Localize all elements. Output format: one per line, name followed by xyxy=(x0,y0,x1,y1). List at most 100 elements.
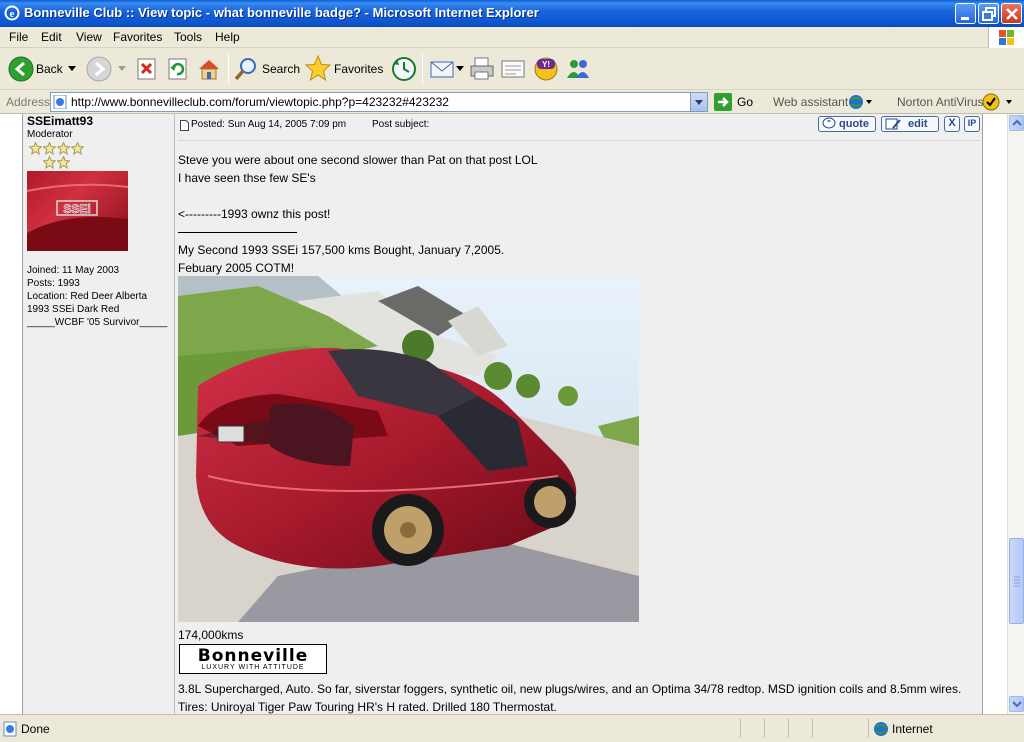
edit-button[interactable]: edit xyxy=(881,116,939,132)
signature-divider xyxy=(178,232,297,233)
menu-edit[interactable]: Edit xyxy=(41,30,62,44)
rank-star-icon xyxy=(43,156,56,169)
search-button[interactable]: Search xyxy=(234,48,301,90)
post-body-column: Posted: Sun Aug 14, 2005 7:09 pm Post su… xyxy=(175,114,983,714)
menu-file[interactable]: File xyxy=(9,30,28,44)
contacts-button[interactable] xyxy=(565,48,591,90)
user-survivor: _____WCBF '05 Survivor_____ xyxy=(27,317,168,328)
refresh-icon xyxy=(168,58,187,80)
norton-antivirus-button[interactable]: Norton AntiVirus xyxy=(897,95,984,109)
arrow-up-icon xyxy=(1012,119,1022,126)
print-button[interactable] xyxy=(469,48,495,90)
edit-page-icon xyxy=(501,60,525,78)
svg-text:Y!: Y! xyxy=(542,60,550,69)
scroll-down-button[interactable] xyxy=(1009,696,1024,712)
go-button[interactable]: Go xyxy=(737,95,753,109)
web-assistant-button[interactable]: Web assistant xyxy=(773,95,848,109)
close-button[interactable] xyxy=(1001,3,1022,24)
grip-icon xyxy=(1014,576,1020,587)
windows-logo xyxy=(988,27,1024,48)
back-arrow-icon xyxy=(8,56,34,82)
stop-button[interactable] xyxy=(135,48,159,90)
home-icon xyxy=(199,60,219,80)
printer-icon xyxy=(470,57,494,80)
norton-shield-icon[interactable] xyxy=(982,93,1016,111)
edit-page-button[interactable] xyxy=(500,48,526,90)
rank-star-icon xyxy=(57,156,70,169)
status-divider xyxy=(740,718,741,738)
vertical-scrollbar[interactable] xyxy=(1007,114,1024,714)
history-button[interactable] xyxy=(391,48,417,90)
scroll-thumb[interactable] xyxy=(1009,538,1024,624)
mail-button[interactable] xyxy=(429,48,465,90)
username-link[interactable]: SSEimatt93 xyxy=(27,114,93,128)
history-icon xyxy=(392,57,416,81)
home-button[interactable] xyxy=(197,48,223,90)
user-car: 1993 SSEi Dark Red xyxy=(27,304,120,315)
arrow-down-icon xyxy=(1012,701,1022,708)
user-avatar: SSEi xyxy=(27,171,128,251)
messenger-button[interactable]: Y! xyxy=(533,48,559,90)
status-divider xyxy=(812,718,813,738)
quote-button[interactable]: " quote xyxy=(818,116,876,132)
chevron-down-icon xyxy=(118,66,126,71)
post-line-3: <---------1993 ownz this post! xyxy=(178,207,331,221)
status-text: Done xyxy=(21,722,50,736)
ip-button[interactable]: IP xyxy=(964,116,980,132)
post-author-column: SSEimatt93 Moderator SSEi Joined: 11 May… xyxy=(22,114,175,714)
toolbar: Back Search Favorites Y! xyxy=(0,48,1024,90)
post-divider xyxy=(178,140,980,141)
page-content: SSEimatt93 Moderator SSEi Joined: 11 May… xyxy=(0,114,1007,714)
chevron-down-icon xyxy=(456,66,464,71)
signature-line-3: 3.8L Supercharged, Auto. So far, siverst… xyxy=(178,682,962,696)
rank-star-icon xyxy=(43,142,56,155)
quote-label: quote xyxy=(839,118,869,130)
restore-button[interactable] xyxy=(978,3,999,24)
menu-tools[interactable]: Tools xyxy=(174,30,202,44)
menu-favorites[interactable]: Favorites xyxy=(113,30,162,44)
back-label: Back xyxy=(36,62,63,76)
rank-star-icon xyxy=(57,142,70,155)
back-button[interactable]: Back xyxy=(6,48,78,90)
scroll-up-button[interactable] xyxy=(1009,115,1024,131)
status-divider xyxy=(868,718,869,738)
quote-bubble-icon: " xyxy=(822,117,836,129)
post-date: Posted: Sun Aug 14, 2005 7:09 pm xyxy=(191,119,347,130)
status-divider xyxy=(764,718,765,738)
title-bar: e Bonneville Club :: View topic - what b… xyxy=(0,0,1024,27)
browser-window: e Bonneville Club :: View topic - what b… xyxy=(0,0,1024,742)
minimize-button[interactable] xyxy=(955,3,976,24)
go-arrow-icon[interactable] xyxy=(714,93,734,111)
menu-view[interactable]: View xyxy=(76,30,102,44)
menu-help[interactable]: Help xyxy=(215,30,240,44)
ip-label: IP xyxy=(967,118,977,128)
close-icon xyxy=(1006,8,1018,20)
user-location: Location: Red Deer Alberta xyxy=(27,291,148,302)
search-icon xyxy=(234,58,256,81)
security-zone: Internet xyxy=(892,722,933,736)
logo-tagline: LUXURY WITH ATTITUDE xyxy=(201,664,305,671)
forward-button[interactable] xyxy=(86,48,126,90)
post-subject-label: Post subject: xyxy=(372,119,430,130)
signature-line-2: Febuary 2005 COTM! xyxy=(178,261,295,275)
globe-icon[interactable] xyxy=(848,94,874,110)
windows-flag-icon xyxy=(999,30,1014,45)
window-title: Bonneville Club :: View topic - what bon… xyxy=(24,5,539,20)
refresh-button[interactable] xyxy=(166,48,190,90)
address-dropdown-button[interactable] xyxy=(690,93,707,111)
user-rank: Moderator xyxy=(27,129,73,140)
svg-text:e: e xyxy=(10,8,15,20)
toolbar-separator xyxy=(228,54,229,84)
bonneville-logo-banner: Bonneville LUXURY WITH ATTITUDE xyxy=(179,644,327,674)
delete-button[interactable]: X xyxy=(944,116,960,132)
favorites-button[interactable]: Favorites xyxy=(305,48,383,90)
status-bar: Done Internet xyxy=(0,714,1024,742)
page-status-icon xyxy=(3,721,17,737)
post-line-2: I have seen thse few SE's xyxy=(178,171,316,185)
post-page-icon xyxy=(180,120,189,131)
rank-star-icon xyxy=(29,142,42,155)
forward-arrow-icon xyxy=(86,56,112,82)
address-url: http://www.bonnevilleclub.com/forum/view… xyxy=(71,95,449,109)
search-label: Search xyxy=(262,62,301,76)
address-input[interactable]: http://www.bonnevilleclub.com/forum/view… xyxy=(50,92,708,112)
